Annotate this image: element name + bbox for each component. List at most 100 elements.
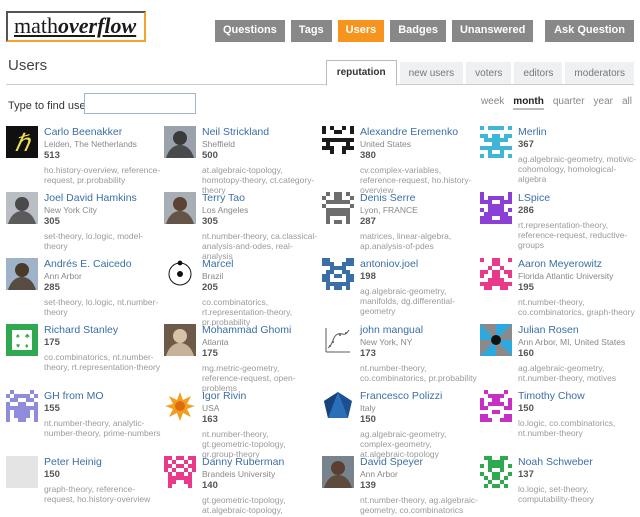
- user-card[interactable]: Mohammad Ghomi Atlanta 175 mg.metric-geomet…: [164, 322, 320, 393]
- avatar[interactable]: [480, 390, 512, 422]
- tab-voters[interactable]: voters: [466, 62, 512, 85]
- search-input[interactable]: [84, 93, 196, 114]
- user-name-link[interactable]: Terry Tao: [202, 192, 320, 204]
- nav-item-questions[interactable]: Questions: [215, 20, 285, 42]
- period-quarter[interactable]: quarter: [553, 96, 585, 107]
- period-year[interactable]: year: [594, 96, 613, 107]
- avatar[interactable]: [6, 390, 38, 422]
- user-card[interactable]: Alexandre Eremenko United States 380 cv.com…: [322, 124, 478, 195]
- user-name-link[interactable]: Danny Ruberman: [202, 456, 320, 468]
- avatar[interactable]: [322, 324, 354, 356]
- user-name-link[interactable]: Julian Rosen: [518, 324, 636, 336]
- user-card[interactable]: Merlin 367 ag.algebraic-geometry, motivic-…: [480, 124, 636, 190]
- user-top-tags[interactable]: ag.algebraic-geometry, motivic-cohomolog…: [518, 154, 636, 184]
- user-card[interactable]: ♠ ♣ ♥ ♦ Richard Stanley 175 co.combinatoric…: [6, 322, 162, 388]
- user-name-link[interactable]: Richard Stanley: [44, 324, 162, 336]
- user-top-tags[interactable]: matrices, linear-algebra, ap.analysis-of…: [360, 231, 478, 251]
- tab-reputation[interactable]: reputation: [325, 60, 397, 86]
- tab-moderators[interactable]: moderators: [565, 62, 634, 85]
- user-card[interactable]: Timothy Chow 150 lo.logic, co.combinatoric…: [480, 388, 636, 454]
- user-card[interactable]: David Speyer Ann Arbor 139 nt.number-theory…: [322, 454, 478, 517]
- user-name-link[interactable]: Merlin: [518, 126, 636, 138]
- nav-item-badges[interactable]: Badges: [390, 20, 446, 42]
- avatar[interactable]: [6, 192, 38, 224]
- avatar[interactable]: ♠ ♣ ♥ ♦: [6, 324, 38, 356]
- avatar[interactable]: [322, 390, 354, 422]
- user-name-link[interactable]: Igor Rivin: [202, 390, 320, 402]
- user-top-tags[interactable]: nt.number-theory, analytic-number-theory…: [44, 418, 162, 438]
- user-card[interactable]: john mangual New York, NY 173 nt.number-the…: [322, 322, 478, 388]
- avatar[interactable]: [164, 126, 196, 158]
- user-top-tags[interactable]: lo.logic, co.combinatorics, nt.number-th…: [518, 418, 636, 438]
- avatar[interactable]: [322, 456, 354, 488]
- avatar[interactable]: [322, 126, 354, 158]
- user-top-tags[interactable]: co.combinatorics, nt.number-theory, rt.r…: [44, 352, 162, 372]
- nav-item-users[interactable]: Users: [337, 20, 385, 42]
- user-name-link[interactable]: Alexandre Eremenko: [360, 126, 478, 138]
- user-card[interactable]: Neil Strickland Sheffield 500 at.algebraic-…: [164, 124, 320, 195]
- user-name-link[interactable]: Peter Heinig: [44, 456, 162, 468]
- avatar[interactable]: [164, 390, 196, 422]
- user-card[interactable]: Denis Serre Lyon, FRANCE 287 matrices, line…: [322, 190, 478, 256]
- tab-new-users[interactable]: new users: [399, 62, 464, 85]
- user-card[interactable]: Aaron Meyerowitz Florida Atlantic Univers…: [480, 256, 636, 322]
- user-card[interactable]: Peter Heinig 150 graph-theory, reference-r…: [6, 454, 162, 517]
- user-card[interactable]: antoniov.joel 198 ag.algebraic-geometry, m…: [322, 256, 478, 322]
- user-name-link[interactable]: LSpice: [518, 192, 636, 204]
- user-card[interactable]: Andrés E. Caicedo Ann Arbor 285 set-theory,…: [6, 256, 162, 322]
- user-card[interactable]: Noah Schweber 137 lo.logic, set-theory, co…: [480, 454, 636, 517]
- avatar[interactable]: ℏ: [6, 126, 38, 158]
- user-card[interactable]: Danny Ruberman Brandeis University 140 gt.g…: [164, 454, 320, 517]
- user-name-link[interactable]: Timothy Chow: [518, 390, 636, 402]
- user-top-tags[interactable]: gt.geometric-topology, at.algebraic-topo…: [202, 495, 320, 517]
- period-month[interactable]: month: [513, 96, 544, 110]
- avatar[interactable]: [164, 456, 196, 488]
- user-top-tags[interactable]: lo.logic, set-theory, computability-theo…: [518, 484, 636, 504]
- user-top-tags[interactable]: ag.algebraic-geometry, manifolds, dg.dif…: [360, 286, 478, 316]
- user-name-link[interactable]: Carlo Beenakker: [44, 126, 162, 138]
- user-top-tags[interactable]: graph-theory, reference-request, ho.hist…: [44, 484, 162, 504]
- user-name-link[interactable]: Marcel: [202, 258, 320, 270]
- user-name-link[interactable]: Andrés E. Caicedo: [44, 258, 162, 270]
- user-card[interactable]: Francesco Polizzi Italy 150 ag.algebraic-ge…: [322, 388, 478, 459]
- nav-item-tags[interactable]: Tags: [290, 20, 332, 42]
- tab-editors[interactable]: editors: [514, 62, 563, 85]
- user-card[interactable]: Julian Rosen Ann Arbor, MI, United States…: [480, 322, 636, 388]
- user-card[interactable]: ℏ Carlo Beenakker Leiden, The Netherlands 5…: [6, 124, 162, 190]
- period-all[interactable]: all: [622, 96, 632, 107]
- user-name-link[interactable]: Mohammad Ghomi: [202, 324, 320, 336]
- avatar[interactable]: [480, 258, 512, 290]
- user-name-link[interactable]: Neil Strickland: [202, 126, 320, 138]
- user-name-link[interactable]: Noah Schweber: [518, 456, 636, 468]
- ask-question-button[interactable]: Ask Question: [545, 20, 634, 42]
- user-name-link[interactable]: Denis Serre: [360, 192, 478, 204]
- avatar[interactable]: [164, 324, 196, 356]
- user-card[interactable]: GH from MO 155 nt.number-theory, analytic-…: [6, 388, 162, 454]
- user-name-link[interactable]: antoniov.joel: [360, 258, 478, 270]
- user-name-link[interactable]: Aaron Meyerowitz: [518, 258, 636, 270]
- user-name-link[interactable]: GH from MO: [44, 390, 162, 402]
- avatar[interactable]: [480, 324, 512, 356]
- avatar[interactable]: [6, 456, 38, 488]
- user-top-tags[interactable]: set-theory, lo.logic, model-theory: [44, 231, 162, 251]
- user-top-tags[interactable]: nt.number-theory, co.combinatorics, grap…: [518, 297, 636, 317]
- user-card[interactable]: Igor Rivin USA 163 nt.number-theory, gt.geo…: [164, 388, 320, 459]
- avatar[interactable]: [480, 456, 512, 488]
- avatar[interactable]: [480, 192, 512, 224]
- user-card[interactable]: Joel David Hamkins New York City 305 set-th…: [6, 190, 162, 256]
- user-top-tags[interactable]: nt.number-theory, ag.algebraic-geometry,…: [360, 495, 478, 515]
- user-name-link[interactable]: Francesco Polizzi: [360, 390, 478, 402]
- user-card[interactable]: LSpice 286 rt.representation-theory, refer…: [480, 190, 636, 256]
- user-top-tags[interactable]: ho.history-overview, reference-request, …: [44, 165, 162, 185]
- user-name-link[interactable]: Joel David Hamkins: [44, 192, 162, 204]
- avatar[interactable]: [164, 192, 196, 224]
- nav-item-unanswered[interactable]: Unanswered: [451, 20, 534, 42]
- user-top-tags[interactable]: set-theory, lo.logic, nt.number-theory: [44, 297, 162, 317]
- avatar[interactable]: [322, 258, 354, 290]
- user-name-link[interactable]: David Speyer: [360, 456, 478, 468]
- site-logo[interactable]: mathoverflow: [6, 11, 147, 42]
- user-top-tags[interactable]: nt.number-theory, co.combinatorics, pr.p…: [360, 363, 478, 383]
- user-top-tags[interactable]: rt.representation-theory, reference-requ…: [518, 220, 636, 250]
- avatar[interactable]: [480, 126, 512, 158]
- user-card[interactable]: Marcel Brazil 205 co.combinatorics, rt.repr…: [164, 256, 320, 327]
